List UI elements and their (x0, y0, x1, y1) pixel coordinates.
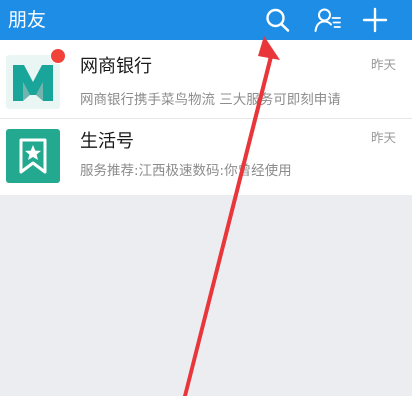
contacts-icon[interactable] (313, 5, 343, 35)
app-header: 朋友 (0, 0, 412, 40)
bookmark-star-icon (6, 129, 60, 183)
conversation-list: 网商银行 网商银行携手菜鸟物流 三大服务可即刻申请 昨天 生活号 服务推荐:江西… (0, 40, 412, 195)
search-icon[interactable] (262, 5, 292, 35)
conversation-preview: 网商银行携手菜鸟物流 三大服务可即刻申请 (80, 92, 341, 108)
conversation-time: 昨天 (370, 130, 396, 145)
conversation-preview: 服务推荐:江西极速数码:你曾经使用 (80, 163, 292, 179)
unread-badge (50, 48, 66, 64)
conversation-time: 昨天 (370, 57, 396, 72)
conversation-item-life-account[interactable]: 生活号 服务推荐:江西极速数码:你曾经使用 昨天 (0, 119, 412, 195)
conversation-name: 生活号 (80, 131, 134, 152)
conversation-item-mybank[interactable]: 网商银行 网商银行携手菜鸟物流 三大服务可即刻申请 昨天 (0, 40, 412, 119)
conversation-name: 网商银行 (80, 56, 152, 77)
mybank-logo (6, 55, 60, 109)
page-title: 朋友 (8, 9, 47, 31)
plus-icon[interactable] (360, 5, 390, 35)
